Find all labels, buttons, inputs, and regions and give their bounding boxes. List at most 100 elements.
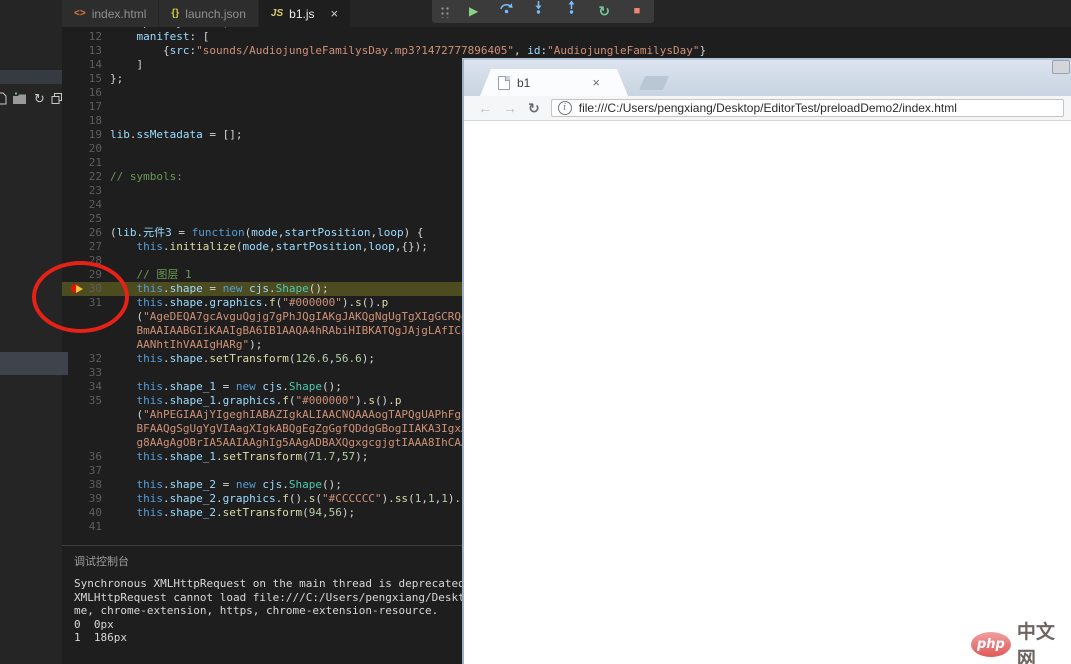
code-text: BmAAIAABGIiKAAIgBA6IB1AAQA4hRAbiHIBKATQg…	[110, 324, 514, 337]
breakpoint-gutter[interactable]	[62, 114, 86, 128]
code-text: manifest: [	[110, 30, 210, 43]
collapse-all-icon[interactable]	[51, 92, 63, 105]
breakpoint-gutter[interactable]	[62, 380, 86, 394]
breakpoint-gutter[interactable]	[62, 506, 86, 520]
browser-window: b1 × ← → ↻ i file:///C:/Users/pengxiang/…	[462, 58, 1071, 664]
breakpoint-gutter[interactable]	[62, 464, 86, 478]
line-number: 19	[88, 128, 102, 141]
line-number: 40	[88, 506, 102, 519]
breakpoint-gutter[interactable]	[62, 450, 86, 464]
breakpoint-gutter[interactable]	[62, 520, 86, 534]
code-text: {src:"sounds/AudiojungleFamilysDay.mp3?1…	[110, 44, 707, 57]
refresh-icon[interactable]: ↻	[34, 92, 45, 106]
code-text: this.shape_1.graphics.f("#000000").s().p	[110, 394, 402, 407]
breakpoint-gutter[interactable]	[62, 226, 86, 240]
url-text[interactable]: file:///C:/Users/pengxiang/Desktop/Edito…	[579, 101, 957, 115]
breakpoint-gutter[interactable]	[62, 478, 86, 492]
code-text: // symbols:	[110, 170, 183, 183]
new-folder-icon[interactable]	[12, 92, 27, 105]
line-number: 13	[88, 44, 102, 57]
code-text: this.shape_1.setTransform(71.7,57);	[110, 450, 369, 463]
line-number: 22	[88, 170, 102, 183]
breakpoint-gutter[interactable]	[62, 100, 86, 114]
breakpoint-gutter[interactable]	[62, 492, 86, 506]
code-text: this.shape_2 = new cjs.Shape();	[110, 478, 342, 491]
debug-toolbar: ▶ ↻ ■	[432, 0, 654, 23]
code-text: this.shape_2.setTransform(94,56);	[110, 506, 356, 519]
code-text: g8AAgAgOBrIA5AAIAAghIg5AAgADBAXQgxgcgjgt…	[110, 436, 514, 449]
breakpoint-gutter[interactable]	[62, 44, 86, 58]
tab-launch-json[interactable]: {} launch.json	[159, 0, 259, 27]
code-text: (lib.元件3 = function(mode,startPosition,l…	[110, 226, 424, 239]
breakpoint-gutter[interactable]	[62, 30, 86, 44]
browser-toolbar: ← → ↻ i file:///C:/Users/pengxiang/Deskt…	[464, 96, 1071, 121]
breakpoint-gutter[interactable]	[62, 338, 86, 352]
breakpoint-gutter[interactable]	[62, 184, 86, 198]
line-number: 20	[88, 142, 102, 155]
stop-button[interactable]: ■	[628, 0, 646, 23]
line-number: 37	[88, 464, 102, 477]
code-text: BFAAQgSgUgYgVIAagXIgkABQgEgZgGgfQDdgGBog…	[110, 422, 514, 435]
tab-index-html[interactable]: <> index.html	[62, 0, 160, 27]
info-icon[interactable]: i	[557, 101, 572, 115]
breakpoint-gutter[interactable]	[62, 170, 86, 184]
step-into-button[interactable]	[530, 0, 548, 23]
breakpoint-gutter[interactable]	[62, 422, 86, 436]
line-number	[86, 408, 102, 422]
line-number: 12	[88, 30, 102, 43]
drag-handle-icon[interactable]	[440, 5, 450, 18]
code-line: 12 manifest: [	[62, 30, 1071, 44]
close-icon[interactable]: ×	[331, 7, 339, 20]
line-number: 15	[88, 72, 102, 85]
watermark-logo: php 中文网	[971, 617, 1071, 664]
breakpoint-gutter[interactable]	[62, 156, 86, 170]
restart-button[interactable]: ↻	[595, 0, 613, 23]
breakpoint-gutter[interactable]	[62, 408, 86, 422]
step-over-button[interactable]	[497, 0, 515, 23]
breakpoint-gutter[interactable]	[62, 142, 86, 156]
sidebar-selected-item[interactable]	[0, 352, 68, 375]
line-number: 21	[88, 156, 102, 169]
line-number: 32	[88, 352, 102, 365]
browser-tab[interactable]: b1 ×	[480, 69, 628, 96]
browser-title-strip: b1 ×	[464, 60, 1071, 96]
window-control-button[interactable]	[1052, 60, 1070, 74]
line-number: 23	[88, 184, 102, 197]
tab-label: launch.json	[185, 6, 246, 21]
breakpoint-gutter[interactable]	[62, 198, 86, 212]
line-number: 38	[88, 478, 102, 491]
code-text: ("AgeDEQA7gcAvguQgjg7gPhJQgIAKgJAKQgNgUg…	[110, 310, 514, 323]
breakpoint-gutter[interactable]	[62, 436, 86, 450]
address-bar[interactable]: i file:///C:/Users/pengxiang/Desktop/Edi…	[550, 99, 1064, 117]
tab-b1-js[interactable]: JS b1.js ×	[258, 0, 352, 27]
line-number: 36	[88, 450, 102, 463]
breakpoint-gutter[interactable]	[62, 58, 86, 72]
new-file-icon[interactable]	[0, 92, 7, 105]
tab-label: b1.js	[289, 6, 315, 21]
annotation-circle	[32, 261, 129, 333]
php-logo-icon: php	[971, 631, 1011, 657]
tab-label: index.html	[91, 6, 147, 21]
new-tab-button[interactable]	[638, 76, 670, 90]
forward-icon[interactable]: →	[503, 101, 517, 115]
breakpoint-gutter[interactable]	[62, 212, 86, 226]
explorer-actions: ↻	[0, 91, 62, 107]
html-file-icon: <>	[74, 8, 86, 19]
close-icon[interactable]: ×	[592, 76, 600, 89]
browser-tab-title: b1	[517, 75, 531, 90]
json-file-icon: {}	[171, 8, 180, 19]
breakpoint-gutter[interactable]	[62, 72, 86, 86]
breakpoint-gutter[interactable]	[62, 240, 86, 254]
line-number	[86, 422, 102, 436]
code-text: this.shape_1 = new cjs.Shape();	[110, 380, 342, 393]
line-number: 27	[88, 240, 102, 253]
page-icon	[498, 75, 510, 90]
step-out-button[interactable]	[563, 0, 581, 23]
breakpoint-gutter[interactable]	[62, 86, 86, 100]
breakpoint-gutter[interactable]	[62, 128, 86, 142]
line-number: 39	[88, 492, 102, 505]
breakpoint-gutter[interactable]	[62, 394, 86, 408]
continue-button[interactable]: ▶	[465, 0, 483, 23]
back-icon[interactable]: ←	[478, 101, 492, 115]
reload-icon[interactable]: ↻	[528, 101, 540, 115]
